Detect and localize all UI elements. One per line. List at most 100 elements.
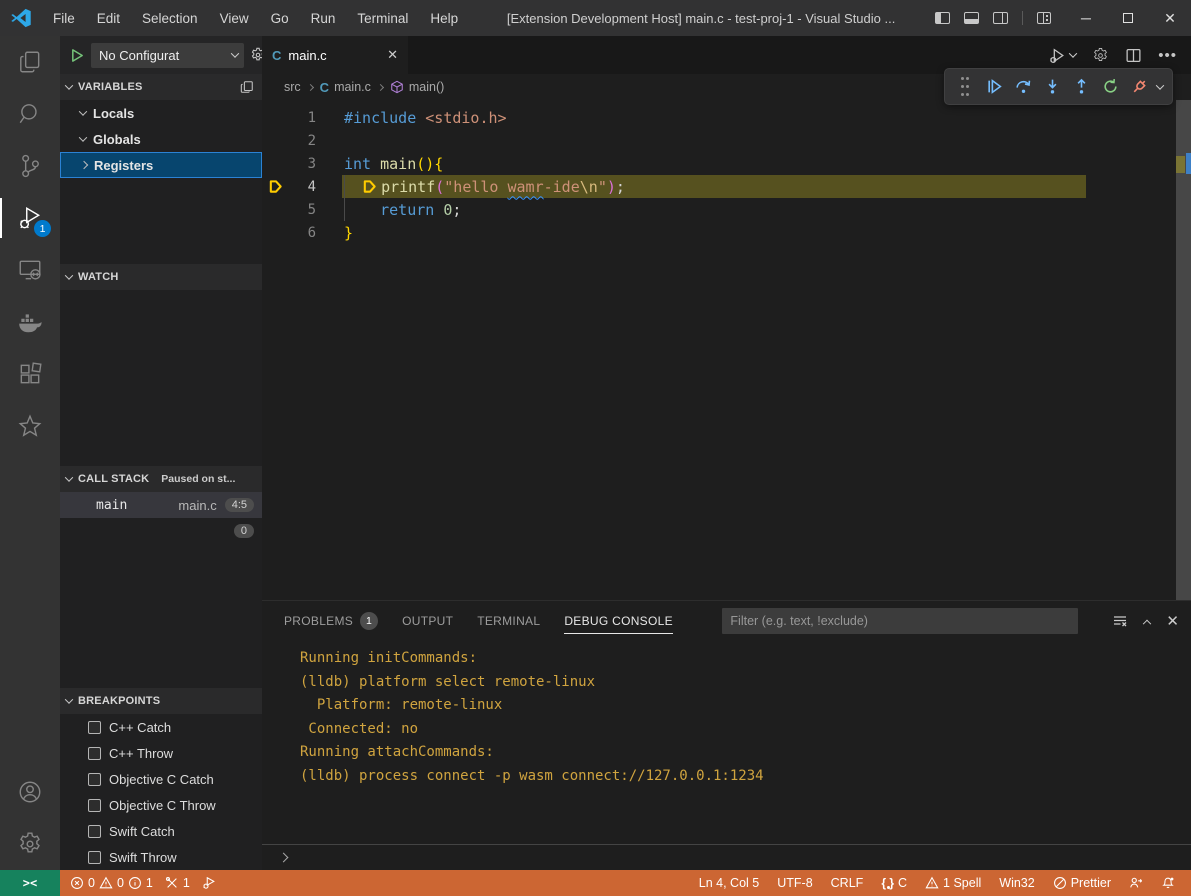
menu-view[interactable]: View (211, 7, 258, 30)
variables-scope-globals[interactable]: Globals (60, 126, 262, 152)
disconnect-button[interactable] (1128, 76, 1150, 98)
breakpoint-swift-catch[interactable]: Swift Catch (60, 818, 262, 844)
open-launch-config-icon[interactable] (250, 47, 262, 63)
maximize-button[interactable] (1107, 0, 1149, 36)
activity-run-debug[interactable]: 1 (0, 192, 60, 244)
panel-tab-output[interactable]: OUTPUT (402, 601, 453, 641)
console-filter-input[interactable] (722, 608, 1078, 634)
variables-scope-locals[interactable]: Locals (60, 100, 262, 126)
checkbox[interactable] (88, 773, 101, 786)
stack-frame-row[interactable]: main main.c 4:5 (60, 492, 262, 518)
clear-console-icon[interactable] (1112, 613, 1128, 629)
breakpoint-objective-c-catch[interactable]: Objective C Catch (60, 766, 262, 792)
remote-indicator[interactable]: >< (0, 870, 60, 896)
encoding[interactable]: UTF-8 (771, 876, 818, 890)
menu-help[interactable]: Help (421, 7, 467, 30)
platform-status[interactable]: Win32 (993, 876, 1040, 890)
cursor-position[interactable]: Ln 4, Col 5 (693, 876, 765, 890)
checkbox[interactable] (88, 721, 101, 734)
breadcrumb-src[interactable]: src (284, 80, 301, 94)
close-icon[interactable]: ✕ (387, 47, 398, 63)
copy-icon[interactable] (240, 80, 254, 94)
activity-settings[interactable] (0, 818, 60, 870)
spell-checker-status[interactable]: 1 Spell (919, 876, 987, 890)
debug-session-status[interactable] (196, 876, 222, 890)
debug-current-line-glyph[interactable] (262, 179, 288, 194)
breakpoint-objective-c-throw[interactable]: Objective C Throw (60, 792, 262, 818)
activity-explorer[interactable] (0, 36, 60, 88)
toggle-secondary-sidebar-icon[interactable] (993, 12, 1008, 24)
debug-toolbar-chevron-icon[interactable] (1156, 81, 1164, 89)
restart-button[interactable] (1099, 76, 1121, 98)
checkbox[interactable] (88, 825, 101, 838)
panel-tab-terminal[interactable]: TERMINAL (477, 601, 540, 641)
checkbox[interactable] (88, 799, 101, 812)
panel-tab-debug-console[interactable]: DEBUG CONSOLE (564, 601, 673, 641)
start-debug-icon[interactable] (70, 48, 85, 63)
code-line-2[interactable]: 2 (262, 129, 1176, 152)
code-line-4[interactable]: 4 printf("hello wamr-ide\n"); (262, 175, 1176, 198)
problems-status[interactable]: 0 0 1 (64, 876, 159, 890)
tab-main-c[interactable]: C main.c ✕ (262, 36, 408, 74)
drag-handle-icon[interactable] (954, 76, 976, 98)
step-into-button[interactable] (1041, 76, 1063, 98)
continue-button[interactable] (983, 76, 1005, 98)
menu-file[interactable]: File (44, 7, 84, 30)
breakpoint-c-catch[interactable]: C++ Catch (60, 714, 262, 740)
activity-source-control[interactable] (0, 140, 60, 192)
ports-status[interactable]: 1 (159, 876, 196, 890)
watch-section-header[interactable]: WATCH (60, 264, 262, 290)
menu-run[interactable]: Run (302, 7, 345, 30)
feedback-status[interactable] (1123, 876, 1149, 890)
session-row[interactable]: 0 (60, 518, 262, 544)
code-line-6[interactable]: 6} (262, 221, 1176, 244)
variables-section-header[interactable]: VARIABLES (60, 74, 262, 100)
toggle-panel-icon[interactable] (964, 12, 979, 24)
split-editor-icon[interactable] (1125, 47, 1142, 64)
panel-tab-problems[interactable]: PROBLEMS1 (284, 601, 378, 641)
notifications-status[interactable] (1155, 876, 1181, 890)
formatter-status[interactable]: Prettier (1047, 876, 1117, 890)
checkbox[interactable] (88, 747, 101, 760)
step-over-button[interactable] (1012, 76, 1034, 98)
more-actions-icon[interactable]: ••• (1158, 47, 1177, 64)
menu-edit[interactable]: Edit (88, 7, 129, 30)
code-line-3[interactable]: 3int main(){ (262, 152, 1176, 175)
debug-console-input[interactable] (262, 844, 1191, 870)
variables-scope-registers[interactable]: Registers (60, 152, 262, 178)
launch-config-gear-icon[interactable] (1092, 47, 1109, 64)
step-out-button[interactable] (1070, 76, 1092, 98)
maximize-panel-icon[interactable] (1143, 620, 1151, 628)
menu-selection[interactable]: Selection (133, 7, 207, 30)
breakpoint-c-throw[interactable]: C++ Throw (60, 740, 262, 766)
close-button[interactable]: ✕ (1149, 0, 1191, 36)
breadcrumb-main-c[interactable]: Cmain.c (320, 80, 371, 95)
minimize-button[interactable]: ─ (1065, 0, 1107, 36)
activity-search[interactable] (0, 88, 60, 140)
breadcrumb-main-[interactable]: main() (390, 80, 444, 94)
toggle-sidebar-icon[interactable] (935, 12, 950, 24)
debug-console-output[interactable]: Running initCommands:(lldb) platform sel… (262, 641, 1191, 844)
code-area[interactable]: 1#include <stdio.h>23int main(){4 printf… (262, 100, 1176, 600)
menu-terminal[interactable]: Terminal (348, 7, 417, 30)
eol-sequence[interactable]: CRLF (825, 876, 870, 890)
language-mode[interactable]: { } C (875, 876, 913, 890)
close-panel-icon[interactable]: ✕ (1166, 612, 1179, 630)
activity-docker[interactable] (0, 296, 60, 348)
code-line-5[interactable]: 5 return 0; (262, 198, 1176, 221)
activity-extensions[interactable] (0, 348, 60, 400)
activity-account[interactable] (0, 766, 60, 818)
code-line-1[interactable]: 1#include <stdio.h> (262, 106, 1176, 129)
breakpoints-section-header[interactable]: BREAKPOINTS (60, 688, 262, 714)
editor-scrollbar[interactable] (1176, 100, 1191, 600)
run-or-debug-button[interactable] (1049, 47, 1076, 64)
code-editor[interactable]: 1#include <stdio.h>23int main(){4 printf… (262, 100, 1191, 600)
customize-layout-icon[interactable] (1037, 12, 1051, 24)
activity-star[interactable] (0, 400, 60, 452)
checkbox[interactable] (88, 851, 101, 864)
debug-config-dropdown[interactable]: No Configurat (91, 43, 244, 68)
breakpoint-swift-throw[interactable]: Swift Throw (60, 844, 262, 870)
menu-go[interactable]: Go (262, 7, 298, 30)
call-stack-section-header[interactable]: CALL STACK Paused on st... (60, 466, 262, 492)
activity-remote-explorer[interactable] (0, 244, 60, 296)
